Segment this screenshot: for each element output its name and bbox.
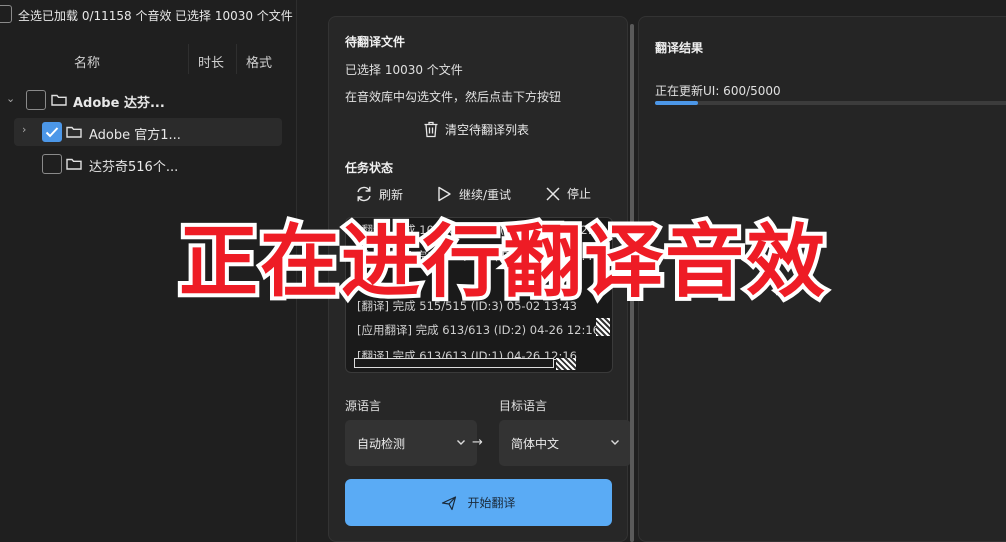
horizontal-scrollbar[interactable]	[354, 358, 554, 368]
chevron-down-icon[interactable]: ⌄	[6, 92, 15, 105]
result-status-text: 正在更新UI: 600/5000	[655, 84, 781, 98]
column-divider[interactable]	[188, 44, 189, 74]
send-icon	[442, 495, 457, 510]
clear-pending-button[interactable]: 清空待翻译列表	[423, 121, 529, 138]
play-icon	[438, 186, 451, 202]
clear-pending-label: 清空待翻译列表	[445, 123, 530, 137]
library-selected-count: 已选择 10030 个文件	[175, 9, 293, 23]
target-language-label: 目标语言	[499, 399, 548, 413]
tree-row-folder[interactable]: ⌄ Adobe 达芬...	[0, 86, 282, 114]
column-header-name[interactable]: 名称	[74, 52, 100, 71]
pending-selected-count: 已选择 10030 个文件	[345, 63, 463, 77]
folder-icon	[66, 158, 82, 170]
resume-retry-button[interactable]: 继续/重试	[435, 185, 511, 203]
column-divider[interactable]	[236, 44, 237, 74]
source-language-value: 自动检测	[357, 436, 406, 451]
folder-icon	[51, 94, 67, 106]
language-arrow: →	[472, 435, 483, 450]
start-translate-label: 开始翻译	[467, 496, 516, 510]
column-header-duration[interactable]: 时长	[198, 52, 224, 71]
start-translate-button[interactable]: 开始翻译	[345, 479, 612, 526]
refresh-button[interactable]: 刷新	[355, 185, 403, 203]
target-language-select[interactable]: 简体中文	[499, 420, 631, 466]
column-header-format[interactable]: 格式	[246, 52, 272, 71]
source-language-label: 源语言	[345, 399, 382, 413]
close-icon	[546, 186, 560, 201]
chevron-right-icon[interactable]: ›	[22, 123, 26, 136]
resume-retry-label: 继续/重试	[459, 187, 512, 202]
chevron-down-icon	[457, 440, 465, 445]
result-title: 翻译结果	[655, 41, 704, 55]
refresh-label: 刷新	[379, 187, 404, 202]
stop-label: 停止	[567, 187, 592, 201]
checkmark-icon	[45, 126, 58, 137]
target-language-value: 简体中文	[511, 436, 560, 451]
scrollbar-corner	[556, 358, 576, 370]
pending-files-title: 待翻译文件	[345, 35, 406, 49]
folder-checkbox[interactable]	[42, 122, 62, 142]
trash-icon	[424, 121, 438, 138]
log-line: [应用翻译] 完成 613/613 (ID:2) 04-26 12:16	[357, 323, 600, 337]
tree-item-label: Adobe 官方1...	[89, 128, 181, 143]
folder-checkbox[interactable]	[26, 90, 46, 110]
result-progress-fill	[655, 101, 699, 105]
vertical-scrollbar[interactable]	[596, 318, 610, 336]
overlay-banner: 正在进行翻译音效	[175, 212, 829, 312]
select-all-label[interactable]: 全选	[18, 7, 42, 24]
pending-hint: 在音效库中勾选文件，然后点击下方按钮	[345, 90, 562, 104]
tree-row-folder[interactable]: 达芬奇516个...	[0, 150, 282, 178]
loaded-count: 已加载 0/11158 个音效	[42, 9, 172, 23]
folder-checkbox[interactable]	[42, 154, 62, 174]
chevron-down-icon	[611, 440, 619, 445]
stop-button[interactable]: 停止	[545, 185, 591, 202]
source-language-select[interactable]: 自动检测	[345, 420, 477, 466]
select-all-checkbox[interactable]	[0, 5, 12, 23]
tree-item-label: 达芬奇516个...	[89, 160, 179, 175]
task-status-title: 任务状态	[345, 161, 394, 175]
tree-item-label: Adobe 达芬...	[73, 96, 165, 111]
folder-icon	[66, 126, 82, 138]
result-progress-bar	[655, 101, 1006, 105]
tree-row-folder[interactable]: › Adobe 官方1...	[14, 118, 282, 146]
refresh-icon	[357, 186, 371, 202]
